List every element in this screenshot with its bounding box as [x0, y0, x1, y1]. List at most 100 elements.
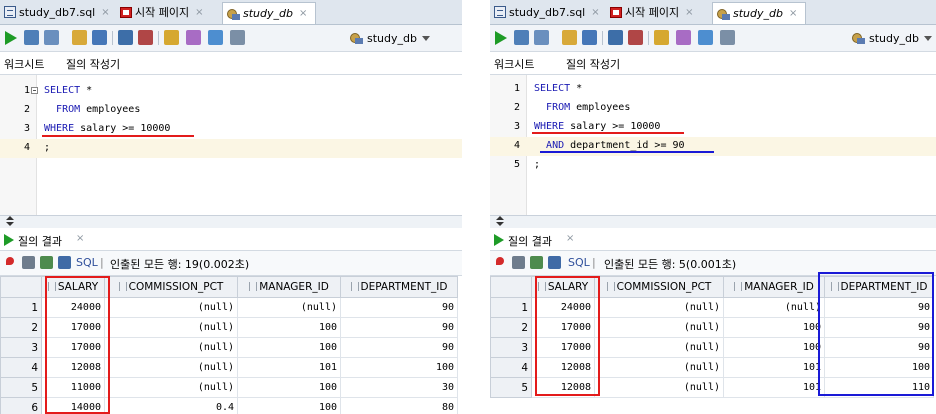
query-result-tab[interactable]: 질의 결과 ×: [490, 228, 936, 251]
connection-icon: [227, 8, 240, 20]
history-icon[interactable]: [208, 30, 223, 45]
fold-toggle-icon[interactable]: [31, 87, 38, 94]
tab-study-db[interactable]: study_db ×: [712, 2, 807, 24]
sort-icon: [118, 282, 127, 291]
right-sql-developer-window: study_db7.sql × 시작 페이지 × study_db × stud…: [490, 0, 936, 414]
editor-line: 3 WHERE salary >= 10000: [513, 121, 661, 132]
close-icon[interactable]: ×: [566, 233, 574, 244]
print-icon[interactable]: [512, 256, 525, 269]
sql-editor[interactable]: 1 SELECT * 2 FROM employees 3 WHERE sala…: [0, 75, 462, 215]
column-header-commission-pct[interactable]: COMMISSION_PCT: [104, 276, 238, 298]
pin-icon[interactable]: [6, 257, 14, 265]
format-icon[interactable]: [720, 30, 735, 45]
history-icon[interactable]: [698, 30, 713, 45]
editor-tab-bar: study_db7.sql × 시작 페이지 × study_db ×: [0, 0, 462, 25]
column-header-manager-id[interactable]: MANAGER_ID: [237, 276, 341, 298]
connection-selector[interactable]: study_db: [852, 29, 932, 47]
refresh-icon[interactable]: [58, 256, 71, 269]
run-script-icon[interactable]: [24, 30, 39, 45]
salary-column-highlight: [535, 276, 600, 396]
department-id-column-highlight: [818, 272, 934, 396]
collapse-down-icon[interactable]: [6, 222, 14, 226]
and-clause-underline: [540, 151, 714, 153]
pin-icon[interactable]: [496, 257, 504, 265]
autotrace-icon[interactable]: [582, 30, 597, 45]
collapse-up-icon[interactable]: [496, 216, 504, 220]
rollback-icon[interactable]: [628, 30, 643, 45]
rollback-icon[interactable]: [138, 30, 153, 45]
commit-icon[interactable]: [44, 30, 59, 45]
commit-icon[interactable]: [534, 30, 549, 45]
query-result-icon: [494, 234, 504, 246]
run-script-icon[interactable]: [514, 30, 529, 45]
row-number-header: [0, 276, 42, 298]
unshared-sql-icon[interactable]: [164, 30, 179, 45]
collapse-up-icon[interactable]: [6, 216, 14, 220]
sql-tuning-icon[interactable]: [608, 30, 623, 45]
editor-line: 1 SELECT *: [513, 83, 583, 94]
pane-splitter[interactable]: [490, 215, 936, 229]
sql-button[interactable]: SQL: [568, 256, 590, 269]
where-clause-underline: [532, 132, 684, 134]
close-icon[interactable]: ×: [591, 7, 599, 18]
pane-splitter[interactable]: [0, 215, 462, 229]
sort-icon: [734, 282, 743, 291]
run-statement-icon[interactable]: [495, 31, 507, 45]
tab-query-builder[interactable]: 질의 작성기: [566, 56, 620, 72]
collapse-down-icon[interactable]: [496, 222, 504, 226]
close-icon[interactable]: ×: [299, 8, 307, 19]
explain-plan-icon[interactable]: [72, 30, 87, 45]
connection-selector[interactable]: study_db: [350, 29, 430, 47]
left-sql-developer-window: study_db7.sql × 시작 페이지 × study_db × stud…: [0, 0, 462, 414]
sort-icon: [350, 282, 359, 291]
sql-editor[interactable]: 1 SELECT * 2 FROM employees 3 WHERE sala…: [490, 75, 936, 215]
sort-icon: [606, 282, 615, 291]
sort-icon: [249, 282, 258, 291]
explain-plan-icon[interactable]: [562, 30, 577, 45]
editor-line: 5 ;: [513, 159, 541, 170]
sql-button[interactable]: SQL: [76, 256, 98, 269]
tab-query-builder[interactable]: 질의 작성기: [66, 56, 120, 72]
close-icon[interactable]: ×: [195, 7, 203, 18]
unshared-sql-icon[interactable]: [654, 30, 669, 45]
autotrace-icon[interactable]: [92, 30, 107, 45]
export-icon[interactable]: [530, 256, 543, 269]
tab-worksheet[interactable]: 워크시트: [4, 56, 44, 72]
refresh-icon[interactable]: [548, 256, 561, 269]
editor-line-current: 4 ;: [0, 139, 462, 158]
worksheet-subtabs: 워크시트 질의 작성기: [0, 52, 462, 75]
tab-study-db7-sql[interactable]: study_db7.sql ×: [4, 2, 110, 22]
tab-study-db7-sql[interactable]: study_db7.sql ×: [494, 2, 600, 22]
column-header-manager-id[interactable]: MANAGER_ID: [723, 276, 825, 298]
tab-worksheet[interactable]: 워크시트: [494, 56, 534, 72]
close-icon[interactable]: ×: [685, 7, 693, 18]
toolbar-separator: [602, 31, 603, 45]
tab-start-page[interactable]: 시작 페이지 ×: [610, 2, 694, 22]
result-toolbar: SQL | 인출된 모든 행: 19(0.002초): [0, 251, 462, 276]
clear-icon[interactable]: [186, 30, 201, 45]
format-icon[interactable]: [230, 30, 245, 45]
connection-icon: [717, 8, 730, 20]
tab-start-page[interactable]: 시작 페이지 ×: [120, 2, 204, 22]
run-statement-icon[interactable]: [5, 31, 17, 45]
where-clause-underline: [42, 135, 194, 137]
close-icon[interactable]: ×: [101, 7, 109, 18]
chevron-down-icon: [421, 35, 430, 41]
close-icon[interactable]: ×: [76, 233, 84, 244]
print-icon[interactable]: [22, 256, 35, 269]
close-icon[interactable]: ×: [789, 8, 797, 19]
sql-file-icon: [4, 6, 16, 18]
worksheet-subtabs: 워크시트 질의 작성기: [490, 52, 936, 75]
editor-line: 2 FROM employees: [513, 102, 631, 113]
column-header-department-id[interactable]: DEPARTMENT_ID: [340, 276, 458, 298]
separator: |: [592, 256, 596, 269]
query-result-tab[interactable]: 질의 결과 ×: [0, 228, 462, 251]
fetch-status: 인출된 모든 행: 5(0.001초): [604, 258, 737, 271]
editor-line: 1 SELECT *: [23, 85, 93, 96]
column-header-commission-pct[interactable]: COMMISSION_PCT: [594, 276, 724, 298]
export-icon[interactable]: [40, 256, 53, 269]
editor-line-current: 4 AND department_id >= 90: [490, 137, 936, 156]
sql-tuning-icon[interactable]: [118, 30, 133, 45]
tab-study-db[interactable]: study_db ×: [222, 2, 317, 24]
clear-icon[interactable]: [676, 30, 691, 45]
